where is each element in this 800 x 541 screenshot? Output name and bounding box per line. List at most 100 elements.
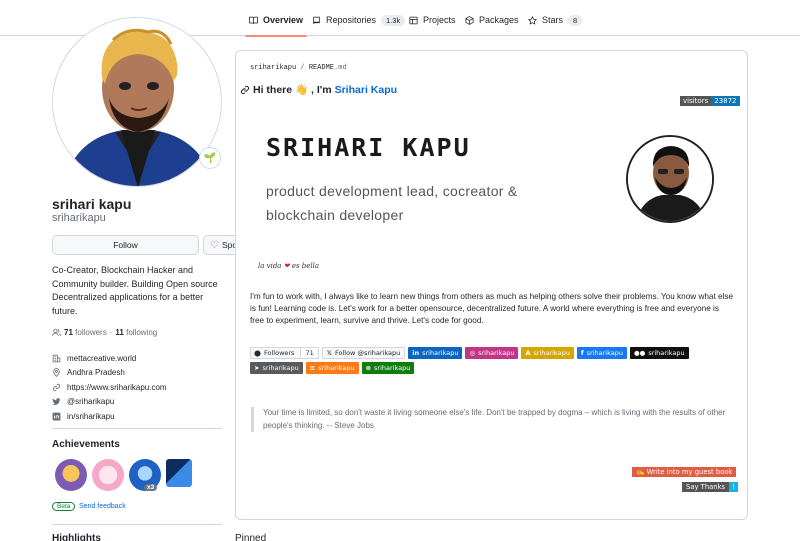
anchor-link-icon[interactable] [240,85,250,95]
repo-icon [313,16,320,24]
banner-signature: la vida ❤ es bella [258,262,319,270]
facebook-badge[interactable]: f sriharikapu [576,347,627,359]
xbox-badge[interactable]: ⊗ sriharikapu [361,362,415,374]
medium-icon: ●● [633,349,646,357]
banner-role: product development lead, cocreator & bl… [266,179,566,227]
guestbook-badge[interactable]: ✍️ Write into my guest book [632,467,737,477]
say-thanks-label: Say Thanks [682,482,730,492]
stackoverflow-badge[interactable]: ≡ sriharikapu [305,362,359,374]
tab-packages[interactable]: Packages [465,10,519,30]
achievement-arctic-code-vault[interactable] [166,459,192,487]
heart-icon: ❤ [283,262,290,270]
achievement-yolo[interactable] [92,459,124,491]
angellist-icon: A [525,349,531,357]
visitors-label: visitors [680,96,712,106]
badge-label: sriharikapu [374,364,411,372]
path-user[interactable]: sriharikapu [250,64,296,72]
banner-portrait [626,135,714,223]
readme-heading: Hi there 👋 , I'm Srihari Kapu [240,83,397,96]
detail-text[interactable]: in/sriharikapu [67,412,115,421]
readme-path: sriharikapu / README.md [250,64,347,72]
detail-text: Andhra Pradesh [67,368,125,378]
badge-count: 71 [300,348,318,358]
stackoverflow-icon: ≡ [309,364,316,372]
xbox-icon: ⊗ [365,364,372,372]
detail-twitter[interactable]: @sriharikapu [52,395,167,410]
avatar[interactable] [52,17,222,187]
divider [52,428,222,429]
avatar-illustration [53,18,221,186]
badge-label: sriharikapu [262,364,299,372]
divider [52,524,222,525]
path-separator: / [300,64,305,72]
tab-stars[interactable]: Stars 8 [528,10,583,30]
detail-organization: mettacreative.world [52,351,167,366]
following-count: 11 [115,328,124,337]
stars-count-badge: 8 [568,14,583,26]
banner-role-line: product development lead, cocreator & [266,183,518,199]
greeting-text: Hi there 👋 , I'm [253,84,332,96]
quote-block: Your time is limited, so don't waste it … [251,407,736,432]
pinned-title: Pinned [235,533,267,541]
detail-text[interactable]: @sriharikapu [67,397,114,406]
script-text: es bella [291,262,320,270]
achievement-pull-shark[interactable] [55,459,87,491]
seedling-icon: 🌱 [203,152,217,164]
badge-label: sriharikapu [533,349,570,357]
achievements-title: Achievements [52,439,120,450]
tab-overview[interactable]: Overview [244,10,308,37]
achievement-multiplier: x3 [144,484,158,491]
organization-icon [52,354,61,363]
follow-button[interactable]: Follow [52,235,199,255]
greeting-name-link[interactable]: Srihari Kapu [335,84,397,96]
link-icon [52,383,61,391]
medium-badge[interactable]: ●● sriharikapu [629,347,689,359]
detail-linkedin[interactable]: in/sriharikapu [52,409,167,424]
twitter-icon [52,398,61,406]
say-thanks-badge[interactable]: Say Thanks ! [682,482,738,492]
linkedin-icon [52,412,61,421]
detail-text: mettacreative.world [67,353,137,363]
tab-label: Overview [263,15,304,25]
beta-badge: Beta [52,502,76,511]
portrait-illustration [628,137,712,221]
highlights-title: Highlights [52,533,101,541]
badge-label: sriharikapu [586,349,623,357]
book-icon [249,16,258,24]
detail-text[interactable]: https://www.sriharikapu.com [67,383,167,392]
visitors-badge: visitors 23872 [680,96,740,106]
send-feedback-link[interactable]: Send feedback [79,503,126,510]
people-icon [52,328,61,336]
intro-paragraph: I'm fun to work with, I always like to l… [250,292,734,325]
instagram-badge[interactable]: ◎ sriharikapu [465,347,519,359]
tab-repositories[interactable]: Repositories 1.3k [312,10,406,30]
facebook-icon: f [580,349,584,357]
followers-label: followers [75,328,107,337]
path-file: README [308,64,335,72]
profile-name: srihari kapu [52,196,132,212]
angellist-badge[interactable]: A sriharikapu [521,347,574,359]
badge-label: sriharikapu [478,349,515,357]
linkedin-icon: in [412,349,420,357]
tab-label: Repositories [326,15,377,25]
tab-label: Projects [423,15,456,25]
follow-stats: 71 followers · 11 following [52,328,157,337]
twitter-follow-badge[interactable]: 𝕏 Follow @sriharikapu [321,347,406,359]
following-link[interactable]: 11 following [115,328,157,337]
heart-icon: ♡ [210,239,219,251]
status-emoji[interactable]: 🌱 [199,147,221,169]
linkedin-badge[interactable]: in sriharikapu [408,347,463,359]
path-extension: .md [334,64,347,72]
package-icon [465,15,474,25]
tab-projects[interactable]: Projects [409,10,456,30]
detail-website[interactable]: https://www.sriharikapu.com [52,380,167,395]
followers-link[interactable]: 71 followers [64,328,107,337]
github-followers-badge[interactable]: Followers 71 [250,347,319,359]
badge-label: sriharikapu [648,349,685,357]
social-badges: Followers 71 𝕏 Follow @sriharikapu in sr… [250,347,740,374]
badge-label: Followers [264,349,295,357]
visitors-count: 23872 [711,96,740,106]
profile-bio: Co-Creator, Blockchain Hacker and Commun… [52,265,218,316]
telegram-badge[interactable]: ➤ sriharikapu [250,362,303,374]
following-label: following [126,328,158,337]
